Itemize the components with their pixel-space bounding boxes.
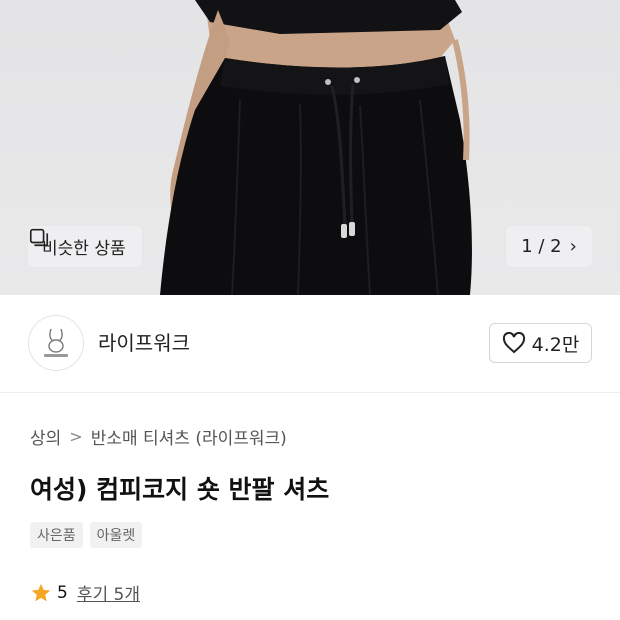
brand-logo[interactable]: [28, 315, 84, 371]
brand-row: 라이프워크 4.2만: [0, 295, 620, 393]
heart-icon: [502, 332, 525, 354]
star-icon: [31, 583, 51, 601]
product-tags: 사은품 아울렛: [30, 522, 143, 548]
chevron-right-icon[interactable]: ›: [570, 236, 577, 257]
tag-outlet: 아울렛: [89, 522, 143, 548]
like-button[interactable]: 4.2만: [489, 323, 592, 363]
similar-products-button[interactable]: 비슷한 상품: [28, 226, 142, 267]
review-link[interactable]: 후기 5개: [77, 580, 140, 605]
pager-counter: 1 / 2: [521, 236, 562, 257]
rating-row: 5 후기 5개: [30, 580, 140, 605]
product-image[interactable]: 비슷한 상품 1 / 2 ›: [0, 0, 620, 295]
breadcrumb: 상의 > 반소매 티셔츠 (라이프워크): [30, 424, 287, 449]
breadcrumb-item-category[interactable]: 상의: [30, 424, 61, 449]
rabbit-logo-icon: [44, 328, 68, 357]
rating-value: 5: [57, 582, 68, 603]
product-title: 여성) 컴피코지 숏 반팔 셔츠: [30, 475, 330, 504]
tag-gift: 사은품: [30, 522, 83, 548]
brand-name[interactable]: 라이프워크: [98, 327, 190, 356]
chevron-right-icon: >: [69, 427, 83, 446]
like-count: 4.2만: [531, 333, 580, 356]
similar-products-label: 비슷한 상품: [42, 239, 126, 259]
image-pager: 1 / 2 ›: [506, 226, 592, 267]
breadcrumb-item-subcategory[interactable]: 반소매 티셔츠 (라이프워크): [91, 424, 287, 449]
similar-products-icon: [29, 228, 49, 247]
